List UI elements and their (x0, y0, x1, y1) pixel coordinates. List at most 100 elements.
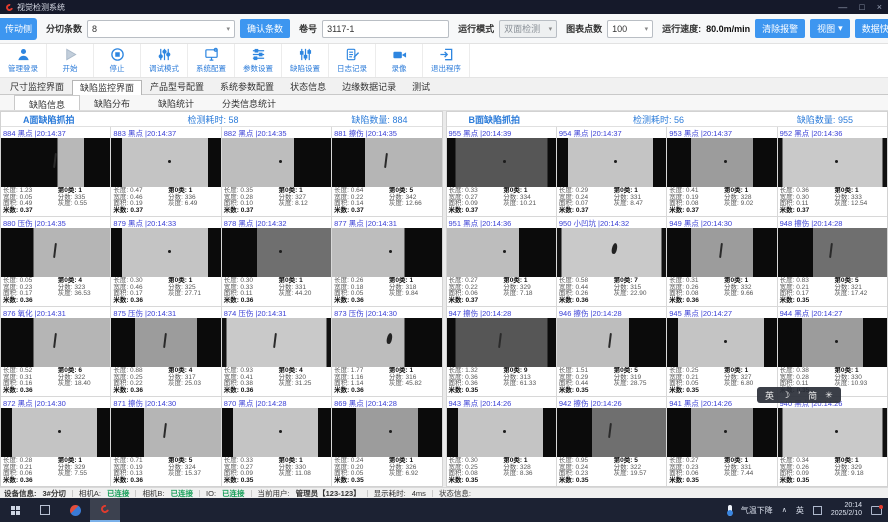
taskbar-clock[interactable]: 20:14 2025/2/10 (831, 502, 862, 518)
slit-count-select[interactable]: 8 ▾ (87, 20, 235, 38)
tab-product-model-config[interactable]: 产品型号配置 (142, 79, 212, 94)
exit-program-button[interactable]: 退出程序 (423, 44, 470, 77)
defect-tile[interactable]: 882 黑点 |20:14:35 长度: 0.35 宽度: 0.28 面积: 0… (222, 127, 331, 216)
defect-tile[interactable]: 946 擦伤 |20:14:28 长度: 1.51 宽度: 0.29 面积: 0… (557, 307, 666, 396)
defect-tile[interactable]: 951 黑点 |20:14:36 长度: 0.27 宽度: 0.22 面积: 0… (447, 217, 556, 306)
params-settings-button[interactable]: 参数设置 (235, 44, 282, 77)
admin-login-button[interactable]: 管理登录 (0, 44, 47, 77)
io-label: IO: (206, 489, 216, 498)
subtab-defect-statistics[interactable]: 缺陷统计 (144, 95, 208, 110)
taskbar-inspection-app-icon[interactable] (90, 498, 120, 522)
defect-tile[interactable]: 870 黑点 |20:14:28 长度: 0.33 宽度: 0.27 面积: 0… (222, 397, 331, 486)
defect-tile[interactable]: 874 压伤 |20:14:31 长度: 0.93 宽度: 0.41 面积: 0… (222, 307, 331, 396)
ime-bar-item[interactable]: 英 (765, 389, 774, 402)
ime-bar-item[interactable]: ☽ (782, 390, 790, 401)
log-record-button[interactable]: 日志记录 (329, 44, 376, 77)
defect-tile[interactable]: 947 擦伤 |20:14:28 长度: 1.32 宽度: 0.36 面积: 0… (447, 307, 556, 396)
display-elapsed-value: 4ms (412, 489, 426, 498)
defect-settings-button[interactable]: 缺陷设置 (282, 44, 329, 77)
defect-tile[interactable]: 955 黑点 |20:14:39 长度: 0.33 宽度: 0.27 面积: 0… (447, 127, 556, 216)
defect-tile[interactable]: 953 黑点 |20:14:37 长度: 0.41 宽度: 0.19 面积: 0… (667, 127, 776, 216)
tab-size-monitor[interactable]: 尺寸监控界面 (2, 79, 72, 94)
start-button[interactable] (0, 498, 30, 522)
defect-meters: 米数: 0.35 (334, 478, 389, 485)
defect-tile[interactable]: 954 黑点 |20:14:37 长度: 0.29 宽度: 0.24 面积: 0… (557, 127, 666, 216)
notification-center-icon[interactable] (871, 506, 882, 515)
defect-tile[interactable]: 879 黑点 |20:14:33 长度: 0.30 宽度: 0.46 面积: 0… (111, 217, 220, 306)
defect-tile[interactable]: 875 压伤 |20:14:31 长度: 0.88 宽度: 0.25 面积: 0… (111, 307, 220, 396)
ime-indicator[interactable]: 英 (796, 505, 804, 516)
roll-number-input[interactable] (322, 20, 449, 38)
record-video-button[interactable]: 录像 (376, 44, 423, 77)
defect-tile[interactable]: 941 黑点 |20:14:26 长度: 0.27 宽度: 0.23 面积: 0… (667, 397, 776, 486)
speed-label: 运行速度: (662, 22, 701, 35)
slit-count-label: 分切条数 (46, 22, 82, 35)
defect-gray: 灰度: 36.53 (58, 291, 109, 298)
defect-tile[interactable]: 949 黑点 |20:14:30 长度: 0.31 宽度: 0.26 面积: 0… (667, 217, 776, 306)
defect-tile[interactable]: 883 黑点 |20:14:37 长度: 0.47 宽度: 0.46 面积: 0… (111, 127, 220, 216)
taskbar-app-icon[interactable] (30, 498, 60, 522)
defect-gray: 灰度: 17.42 (834, 291, 885, 298)
tray-expand-icon[interactable]: ∧ (782, 506, 787, 514)
run-mode-select[interactable]: 双面检测 ▾ (499, 20, 557, 38)
status-info-label: 状态信息: (439, 488, 471, 499)
ime-language-bar[interactable]: 英 ☽ ’ 简 ✳ (757, 387, 841, 403)
defect-meters: 米数: 0.35 (669, 388, 724, 395)
start-button[interactable]: 开始 (47, 44, 94, 77)
defect-tile[interactable]: 940 黑点 |20:14:26 长度: 0.34 宽度: 0.26 面积: 0… (778, 397, 887, 486)
debug-sliders-icon (157, 47, 172, 62)
defect-tile[interactable]: 873 压伤 |20:14:30 长度: 1.77 宽度: 1.16 面积: 1… (332, 307, 441, 396)
defect-tile[interactable]: 876 氧化 |20:14:31 长度: 0.52 宽度: 0.31 面积: 0… (1, 307, 110, 396)
defect-info: 长度: 0.28 宽度: 0.21 面积: 0.06 米数: 0.36 第0类:… (1, 457, 110, 486)
stop-button[interactable]: 停止 (94, 44, 141, 77)
close-button[interactable]: × (877, 0, 882, 14)
view-menu-button[interactable]: 视图▾ (810, 19, 850, 38)
tab-system-params-config[interactable]: 系统参数配置 (212, 79, 282, 94)
maximize-button[interactable]: □ (859, 0, 864, 14)
ime-bar-item[interactable]: ’ (798, 390, 800, 400)
defect-tile[interactable]: 878 黑点 |20:14:32 长度: 0.30 宽度: 0.33 面积: 0… (222, 217, 331, 306)
minimize-button[interactable]: — (838, 0, 847, 14)
taskbar-browser-icon[interactable] (60, 498, 90, 522)
data-quick-access-menu-button[interactable]: 数据快捷访问▾ (855, 19, 888, 38)
defect-image (332, 228, 441, 277)
chart-points-select[interactable]: 100 ▾ (607, 20, 653, 38)
system-config-button[interactable]: 系统配置 (188, 44, 235, 77)
subtab-class-info-statistics[interactable]: 分类信息统计 (208, 95, 290, 110)
ime-bar-item[interactable]: ✳ (825, 390, 833, 401)
weather-text[interactable]: 气温下降 (741, 505, 773, 516)
tray-icon[interactable] (813, 506, 822, 515)
tab-defect-monitor[interactable]: 缺陷监控界面 (72, 80, 142, 95)
tab-status-info[interactable]: 状态信息 (282, 79, 334, 94)
tab-test[interactable]: 测试 (404, 79, 438, 94)
defect-tile[interactable]: 944 黑点 |20:14:27 长度: 0.38 宽度: 0.28 面积: 0… (778, 307, 887, 396)
defect-meters: 米数: 0.35 (780, 298, 835, 305)
defect-info: 长度: 0.05 宽度: 0.23 面积: 0.17 米数: 0.36 第0类:… (1, 277, 110, 306)
clear-alarm-button[interactable]: 清除报警 (755, 19, 805, 38)
defect-meters: 米数: 0.35 (780, 478, 835, 485)
defect-tile[interactable]: 945 黑点 |20:14:27 长度: 0.25 宽度: 0.21 面积: 0… (667, 307, 776, 396)
tab-edge-data-record[interactable]: 边缘数据记录 (334, 79, 404, 94)
ime-bar-item[interactable]: 简 (808, 389, 817, 402)
defect-tile[interactable]: 877 黑点 |20:14:31 长度: 0.26 宽度: 0.18 面积: 0… (332, 217, 441, 306)
defect-tile[interactable]: 869 黑点 |20:14:28 长度: 0.24 宽度: 0.20 面积: 0… (332, 397, 441, 486)
subtab-defect-info[interactable]: 缺陷信息 (14, 95, 80, 110)
debug-mode-button[interactable]: 调试模式 (141, 44, 188, 77)
defect-meters: 米数: 0.36 (224, 388, 279, 395)
defect-tile[interactable]: 952 黑点 |20:14:36 长度: 0.36 宽度: 0.30 面积: 0… (778, 127, 887, 216)
defect-tile[interactable]: 942 擦伤 |20:14:26 长度: 0.95 宽度: 0.24 面积: 0… (557, 397, 666, 486)
subtab-defect-distribution[interactable]: 缺陷分布 (80, 95, 144, 110)
defect-tile[interactable]: 943 黑点 |20:14:26 长度: 0.30 宽度: 0.25 面积: 0… (447, 397, 556, 486)
drive-side-button[interactable]: 传动侧 (0, 18, 37, 40)
defect-tile[interactable]: 871 擦伤 |20:14:30 长度: 0.71 宽度: 0.19 面积: 0… (111, 397, 220, 486)
defect-tile[interactable]: 881 擦伤 |20:14:35 长度: 0.64 宽度: 0.22 面积: 0… (332, 127, 441, 216)
defect-tile[interactable]: 872 黑点 |20:14:30 长度: 0.28 宽度: 0.21 面积: 0… (1, 397, 110, 486)
log-book-icon (345, 47, 360, 62)
defect-tile-header: 945 黑点 |20:14:27 (667, 307, 776, 318)
defect-image (1, 318, 110, 367)
defect-tile[interactable]: 948 擦伤 |20:14:28 长度: 0.83 宽度: 0.21 面积: 0… (778, 217, 887, 306)
defect-tile[interactable]: 880 压伤 |20:14:35 长度: 0.05 宽度: 0.23 面积: 0… (1, 217, 110, 306)
confirm-count-button[interactable]: 确认条数 (240, 19, 290, 38)
defect-tile[interactable]: 950 小凹坑 |20:14:32 长度: 0.58 宽度: 0.44 面积: … (557, 217, 666, 306)
defect-tile[interactable]: 884 黑点 |20:14:37 长度: 1.23 宽度: 0.05 面积: 0… (1, 127, 110, 216)
